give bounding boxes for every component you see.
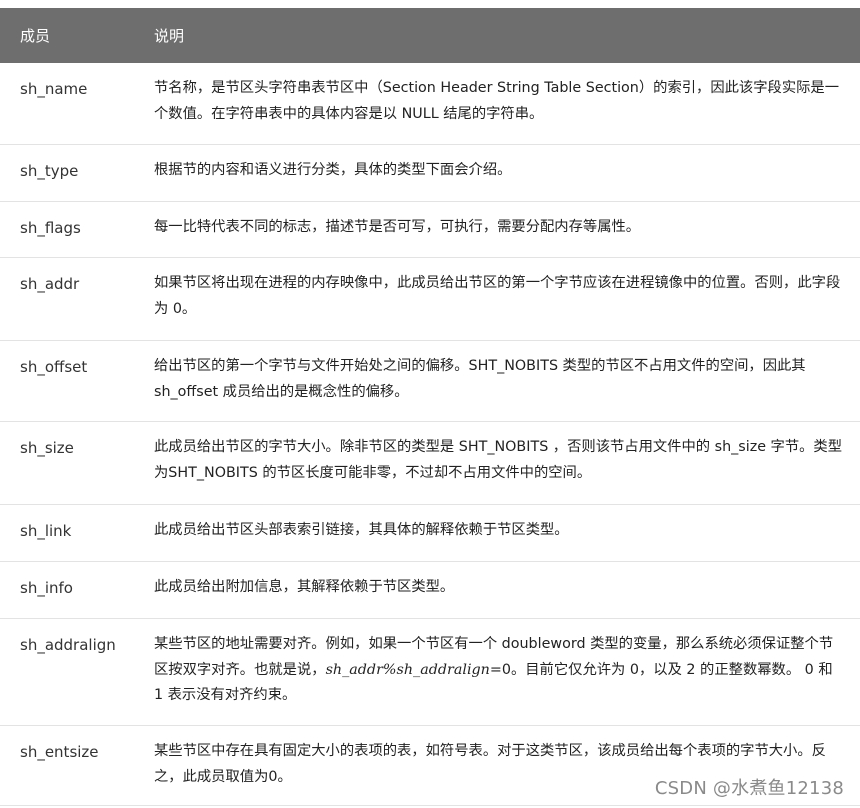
- member-description: 节名称，是节区头字符串表节区中（Section Header String Ta…: [154, 80, 840, 122]
- member-description: 此成员给出节区的字节大小。除非节区的类型是 SHT_NOBITS ，否则该节占用…: [154, 439, 843, 481]
- column-header-member: 成员: [20, 27, 51, 45]
- member-name: sh_info: [20, 579, 73, 597]
- table-header: 成员 说明: [0, 8, 860, 63]
- member-description: 给出节区的第一个字节与文件开始处之间的偏移。SHT_NOBITS 类型的节区不占…: [154, 358, 806, 400]
- table-row: sh_type 根据节的内容和语义进行分类，具体的类型下面会介绍。: [0, 145, 860, 202]
- section-header-table: 成员 说明 sh_name 节名称，是节区头字符串表节区中（Section He…: [0, 8, 860, 806]
- member-name: sh_size: [20, 439, 74, 457]
- table-row: sh_flags 每一比特代表不同的标志，描述节是否可写，可执行，需要分配内存等…: [0, 202, 860, 258]
- table-row: sh_info 此成员给出附加信息，其解释依赖于节区类型。: [0, 562, 860, 619]
- table-row: sh_link 此成员给出节区头部表索引链接，其具体的解释依赖于节区类型。: [0, 505, 860, 562]
- member-name: sh_offset: [20, 358, 88, 376]
- table-row: sh_size 此成员给出节区的字节大小。除非节区的类型是 SHT_NOBITS…: [0, 422, 860, 505]
- member-description: 根据节的内容和语义进行分类，具体的类型下面会介绍。: [154, 162, 512, 178]
- member-name: sh_flags: [20, 219, 81, 237]
- member-description: 此成员给出节区头部表索引链接，其具体的解释依赖于节区类型。: [154, 522, 569, 538]
- member-description: 某些节区的地址需要对齐。例如，如果一个节区有一个 doubleword 类型的变…: [154, 615, 860, 725]
- member-name: sh_entsize: [20, 743, 99, 761]
- member-name: sh_name: [20, 80, 88, 98]
- member-description: 如果节区将出现在进程的内存映像中，此成员给出节区的第一个字节应该在进程镜像中的位…: [154, 275, 841, 317]
- table-row: sh_offset 给出节区的第一个字节与文件开始处之间的偏移。SHT_NOBI…: [0, 341, 860, 422]
- member-name: sh_type: [20, 162, 79, 180]
- member-name: sh_addralign: [20, 636, 116, 654]
- table-row: sh_name 节名称，是节区头字符串表节区中（Section Header S…: [0, 63, 860, 145]
- member-name: sh_addr: [20, 275, 80, 293]
- table-row: sh_addr 如果节区将出现在进程的内存映像中，此成员给出节区的第一个字节应该…: [0, 258, 860, 341]
- table-row: sh_addralign 某些节区的地址需要对齐。例如，如果一个节区有一个 do…: [0, 619, 860, 726]
- column-header-description: 说明: [154, 27, 185, 45]
- member-description: 此成员给出附加信息，其解释依赖于节区类型。: [154, 579, 455, 595]
- csdn-watermark: CSDN @水煮鱼12138: [654, 778, 844, 799]
- formula: sh_addr%sh_addralign: [325, 661, 490, 678]
- member-description: 每一比特代表不同的标志，描述节是否可写，可执行，需要分配内存等属性。: [154, 219, 641, 235]
- member-name: sh_link: [20, 522, 72, 540]
